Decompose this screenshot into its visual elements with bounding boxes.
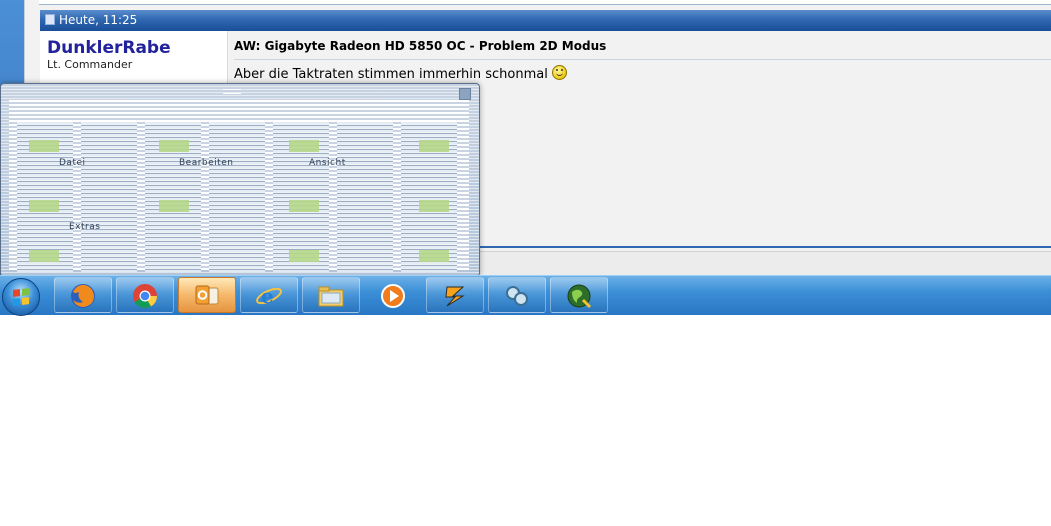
post-header: Heute, 11:25 <box>40 10 1051 31</box>
post-date: Heute, 11:25 <box>59 13 138 27</box>
firefox-icon <box>71 284 95 308</box>
winamp-icon <box>445 286 465 307</box>
thumbnail-block <box>289 250 319 262</box>
taskbar-button-internet-explorer[interactable]: e <box>240 277 298 313</box>
thumbnail-column <box>209 122 265 272</box>
thumbnail-label: Ansicht <box>309 158 346 168</box>
link-icon <box>506 286 528 306</box>
thumbnail-block <box>159 200 189 212</box>
thumbnail-block <box>419 140 449 152</box>
thumbnail-block <box>419 200 449 212</box>
smiley-icon <box>551 65 567 80</box>
thumbnail-label: Bearbeiten <box>179 158 234 168</box>
taskbar: e <box>0 275 1051 316</box>
thumbnail-block <box>289 140 319 152</box>
taskbar-button-outlook[interactable] <box>178 277 236 313</box>
post-text: Aber die Taktraten stimmen immerhin scho… <box>234 67 548 82</box>
taskbar-button-explorer[interactable] <box>302 277 360 313</box>
taskbar-thumbnail-preview[interactable]: Datei Bearbeiten Ansicht Extras <box>0 83 480 277</box>
user-title: Lt. Commander <box>47 58 133 71</box>
post-title: AW: Gigabyte Radeon HD 5850 OC - Problem… <box>234 39 607 53</box>
title-divider <box>234 59 1051 60</box>
close-icon[interactable] <box>459 88 471 100</box>
ie-icon: e <box>256 284 282 308</box>
page-top-border <box>39 0 1051 5</box>
thumbnail-block <box>29 200 59 212</box>
thumbnail-content: Datei Bearbeiten Ansicht Extras <box>9 100 469 272</box>
post-text-row: Aber die Taktraten stimmen immerhin scho… <box>234 65 567 82</box>
thumbnail-grip <box>223 89 241 94</box>
svg-text:e: e <box>261 284 274 308</box>
start-button[interactable] <box>2 278 40 316</box>
username-link[interactable]: DunklerRabe <box>47 38 171 58</box>
thumbnail-label: Extras <box>69 222 101 232</box>
media-player-icon <box>381 284 405 308</box>
thumbnail-column <box>337 122 393 272</box>
taskbar-button-firefox[interactable] <box>54 277 112 313</box>
thumbnail-block <box>29 250 59 262</box>
chrome-icon <box>133 284 157 309</box>
taskbar-button-media-player[interactable] <box>364 277 422 313</box>
thumbnail-label: Datei <box>59 158 86 168</box>
thumbnail-column <box>81 122 137 272</box>
taskbar-button-app[interactable] <box>488 277 546 313</box>
taskbar-button-app2[interactable] <box>550 277 608 313</box>
outlook-icon <box>195 285 219 305</box>
thumbnail-block <box>29 140 59 152</box>
taskbar-button-chrome[interactable] <box>116 277 174 313</box>
post-icon <box>45 14 55 25</box>
folder-icon <box>318 286 344 307</box>
globe-icon <box>567 284 592 309</box>
thumbnail-block <box>419 250 449 262</box>
thumbnail-block <box>159 140 189 152</box>
thumbnail-block <box>289 200 319 212</box>
taskbar-button-winamp[interactable] <box>426 277 484 313</box>
